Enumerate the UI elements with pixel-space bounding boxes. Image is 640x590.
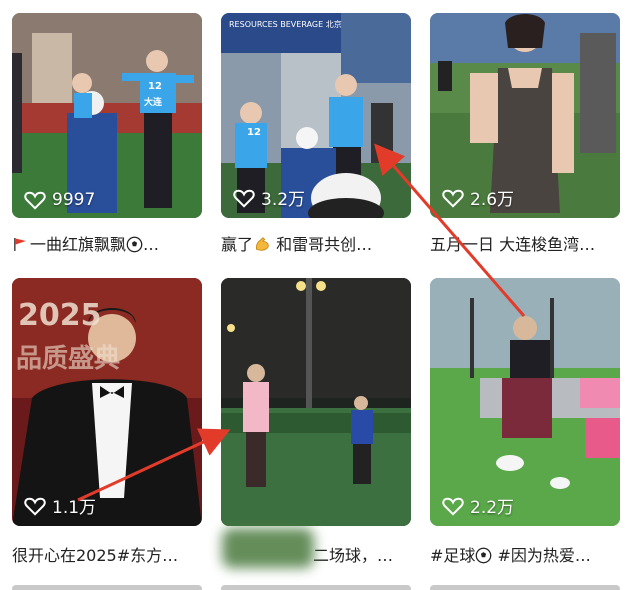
next-row-thumbnail-edge xyxy=(430,585,620,590)
video-card[interactable]: 二场球，… xyxy=(221,278,411,565)
heart-icon xyxy=(24,191,46,210)
caption-text-rest: #因为热爱… xyxy=(492,546,591,565)
heart-icon xyxy=(233,189,255,208)
training-ground-scene-image xyxy=(430,278,620,526)
backdrop-text: 2025 xyxy=(18,298,102,333)
caption-text: 很开心在2025#东方… xyxy=(12,546,179,565)
video-thumbnail[interactable]: 12 大连 9997 xyxy=(12,13,202,218)
caption-text: 二场球，… xyxy=(313,546,394,565)
heart-icon xyxy=(24,497,46,516)
soccer-ball-icon xyxy=(126,236,143,253)
video-caption[interactable]: 赢了 和雷哥共创… xyxy=(221,231,421,255)
like-count: 9997 xyxy=(24,190,95,210)
like-count: 2.2万 xyxy=(442,493,514,518)
red-flag-icon xyxy=(14,238,26,251)
blurred-overlay xyxy=(222,528,314,568)
video-feed-grid: 12 大连 9997 一曲红旗飘飘 … RESOURCES BEVERAGE 北京… xyxy=(0,0,640,590)
caption-text: #足球 xyxy=(430,546,476,565)
video-thumbnail[interactable]: 2025 品质盛典 1.1万 xyxy=(12,278,202,526)
caption-text: 赢了 xyxy=(221,235,254,254)
like-count: 2.6万 xyxy=(442,185,514,210)
flexed-biceps-icon xyxy=(255,237,269,251)
caption-text: 一曲红旗飘飘 xyxy=(30,235,127,254)
video-card[interactable]: 2.6万 五月一日 大连梭鱼湾… xyxy=(430,13,620,254)
backdrop-text-2: 品质盛典 xyxy=(16,344,121,374)
soccer-ball-icon xyxy=(476,547,492,564)
video-thumbnail[interactable] xyxy=(221,278,411,526)
heart-icon xyxy=(442,189,464,208)
like-count-value: 2.6万 xyxy=(470,190,515,210)
stage-scene-image xyxy=(12,13,202,218)
next-row-thumbnail-edge xyxy=(221,585,411,590)
video-card[interactable]: RESOURCES BEVERAGE 北京 12 3.2万 赢了 和雷哥共创… xyxy=(221,13,411,254)
caption-text: 五月一日 大连梭鱼湾… xyxy=(430,235,596,254)
video-caption[interactable]: 很开心在2025#东方… xyxy=(12,542,212,566)
video-thumbnail[interactable]: 2.2万 xyxy=(430,278,620,526)
night-pitch-scene-image xyxy=(221,278,411,526)
video-card[interactable]: 2.2万 #足球 #因为热爱… xyxy=(430,278,620,565)
jersey-brand: 大连 xyxy=(144,98,163,108)
like-count-value: 2.2万 xyxy=(470,498,515,518)
jersey-number: 12 xyxy=(247,127,261,138)
caption-text-rest: 和雷哥共创… xyxy=(271,235,373,254)
like-count-value: 9997 xyxy=(52,190,96,210)
video-card[interactable]: 12 大连 9997 一曲红旗飘飘 … xyxy=(12,13,202,254)
like-count: 1.1万 xyxy=(24,493,96,518)
like-count: 3.2万 xyxy=(233,185,305,210)
caption-ellipsis: … xyxy=(143,235,160,254)
jersey-number: 12 xyxy=(148,81,162,92)
video-caption[interactable]: #足球 #因为热爱… xyxy=(430,542,630,566)
video-card[interactable]: 2025 品质盛典 1.1万 很开心在2025#东方… xyxy=(12,278,202,565)
video-thumbnail[interactable]: 2.6万 xyxy=(430,13,620,218)
banner-text: RESOURCES BEVERAGE 北京 xyxy=(229,20,342,29)
like-count-value: 1.1万 xyxy=(52,498,97,518)
video-caption[interactable]: 一曲红旗飘飘 … xyxy=(12,231,212,255)
heart-icon xyxy=(442,497,464,516)
video-thumbnail[interactable]: RESOURCES BEVERAGE 北京 12 3.2万 xyxy=(221,13,411,218)
video-caption[interactable]: 二场球，… xyxy=(313,542,413,566)
like-count-value: 3.2万 xyxy=(261,190,306,210)
next-row-thumbnail-edge xyxy=(12,585,202,590)
video-caption[interactable]: 五月一日 大连梭鱼湾… xyxy=(430,231,630,255)
